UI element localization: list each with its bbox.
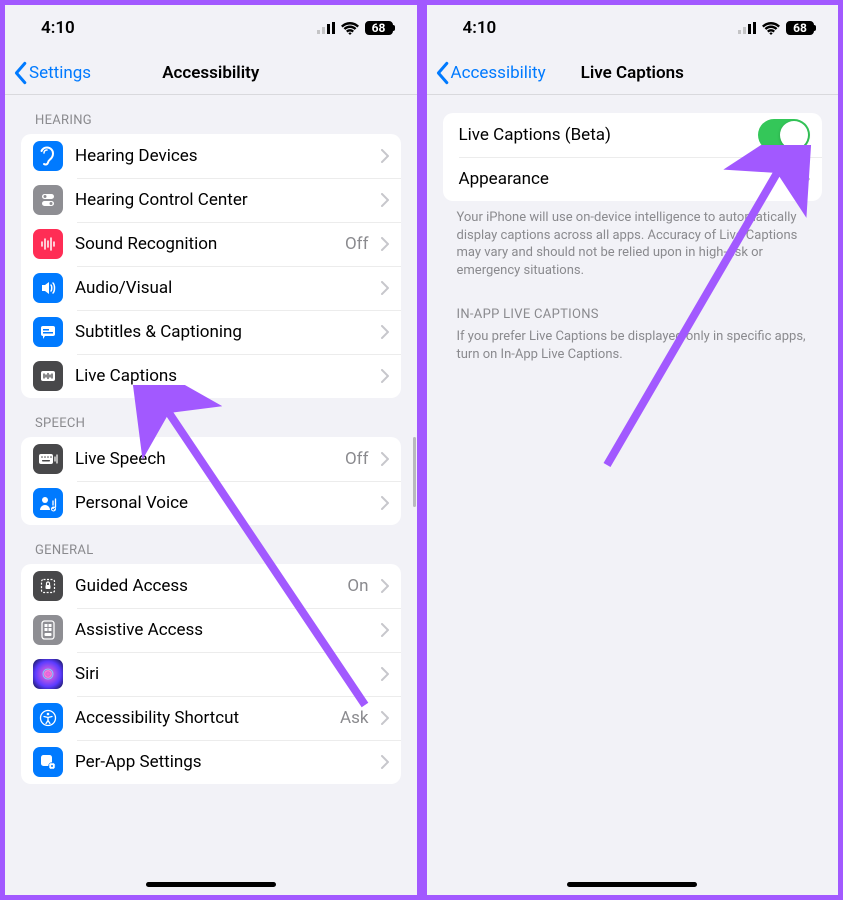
row-label: Appearance	[459, 169, 791, 189]
siri-icon	[33, 659, 63, 689]
chevron-right-icon	[381, 369, 389, 383]
chevron-right-icon	[381, 667, 389, 681]
slider-icon	[33, 185, 63, 215]
accessibility-icon	[33, 703, 63, 733]
chevron-right-icon	[381, 193, 389, 207]
row-label: Assistive Access	[75, 620, 369, 640]
footer-text-1: Your iPhone will use on-device intellige…	[427, 201, 839, 283]
home-indicator[interactable]	[567, 882, 697, 887]
toggle-switch[interactable]	[758, 119, 810, 151]
row-live-captions[interactable]: Live Captions	[21, 354, 401, 398]
row-live-speech[interactable]: Live Speech Off	[21, 437, 401, 481]
group-live-captions: Live Captions (Beta) Appearance	[443, 113, 823, 201]
back-label: Settings	[29, 63, 91, 83]
section-header-speech: SPEECH	[5, 398, 417, 437]
row-label: Sound Recognition	[75, 234, 333, 254]
row-label: Live Captions (Beta)	[459, 125, 747, 145]
row-personal-voice[interactable]: Personal Voice	[21, 481, 401, 525]
chevron-right-icon	[381, 325, 389, 339]
wifi-icon	[341, 22, 359, 35]
chevron-right-icon	[802, 172, 810, 186]
row-label: Per-App Settings	[75, 752, 369, 772]
phone-grid-icon	[33, 615, 63, 645]
row-guided-access[interactable]: Guided Access On	[21, 564, 401, 608]
chevron-left-icon	[433, 61, 451, 85]
home-indicator[interactable]	[146, 882, 276, 887]
row-hearing-control-center[interactable]: Hearing Control Center	[21, 178, 401, 222]
group-general: Guided Access On Assistive Access Siri	[21, 564, 401, 784]
row-label: Personal Voice	[75, 493, 369, 513]
row-value: Ask	[340, 708, 368, 728]
row-label: Siri	[75, 664, 369, 684]
chevron-right-icon	[381, 755, 389, 769]
back-button[interactable]: Accessibility	[427, 61, 546, 85]
row-per-app-settings[interactable]: Per-App Settings	[21, 740, 401, 784]
row-label: Accessibility Shortcut	[75, 708, 328, 728]
status-bar: 4:10 68	[427, 5, 839, 51]
row-label: Subtitles & Captioning	[75, 322, 369, 342]
live-caption-icon	[33, 361, 63, 391]
caption-bubble-icon	[33, 317, 63, 347]
right-screenshot: 4:10 68 Accessibility Live Captions Live…	[422, 0, 843, 900]
row-live-captions-toggle[interactable]: Live Captions (Beta)	[443, 113, 823, 157]
chevron-right-icon	[381, 579, 389, 593]
chevron-right-icon	[381, 452, 389, 466]
chevron-right-icon	[381, 149, 389, 163]
section-header-inapp: IN-APP LIVE CAPTIONS	[427, 283, 839, 328]
back-button[interactable]: Settings	[5, 61, 91, 85]
ear-icon	[33, 141, 63, 171]
row-value: Off	[345, 449, 369, 469]
status-bar: 4:10 68	[5, 5, 417, 51]
lock-frame-icon	[33, 571, 63, 601]
row-label: Hearing Devices	[75, 146, 369, 166]
chevron-right-icon	[381, 496, 389, 510]
section-header-hearing: HEARING	[5, 95, 417, 134]
content-area[interactable]: HEARING Hearing Devices Hearing Control …	[5, 95, 417, 895]
row-appearance[interactable]: Appearance	[443, 157, 823, 201]
person-wave-icon	[33, 488, 63, 518]
wifi-icon	[762, 22, 780, 35]
status-icons: 68	[738, 21, 814, 35]
status-time: 4:10	[463, 18, 497, 38]
left-screenshot: 4:10 68 Settings Accessibility HEARING H…	[0, 0, 422, 900]
row-value: On	[347, 576, 368, 596]
waveform-icon	[33, 229, 63, 259]
cellular-icon	[738, 22, 756, 34]
status-time: 4:10	[41, 18, 75, 38]
chevron-right-icon	[381, 711, 389, 725]
chevron-right-icon	[381, 237, 389, 251]
row-hearing-devices[interactable]: Hearing Devices	[21, 134, 401, 178]
nav-header: Settings Accessibility	[5, 51, 417, 95]
battery-icon: 68	[786, 21, 814, 35]
row-assistive-access[interactable]: Assistive Access	[21, 608, 401, 652]
back-label: Accessibility	[451, 63, 546, 83]
row-value: Off	[345, 234, 369, 254]
row-sound-recognition[interactable]: Sound Recognition Off	[21, 222, 401, 266]
keyboard-wave-icon	[33, 444, 63, 474]
group-hearing: Hearing Devices Hearing Control Center S…	[21, 134, 401, 398]
app-gear-icon	[33, 747, 63, 777]
chevron-right-icon	[381, 281, 389, 295]
content-area[interactable]: Live Captions (Beta) Appearance Your iPh…	[427, 95, 839, 895]
row-label: Live Speech	[75, 449, 333, 469]
row-label: Audio/Visual	[75, 278, 369, 298]
section-header-general: GENERAL	[5, 525, 417, 564]
row-label: Live Captions	[75, 366, 369, 386]
chevron-right-icon	[381, 623, 389, 637]
row-label: Hearing Control Center	[75, 190, 369, 210]
scrollbar[interactable]	[413, 437, 416, 507]
group-speech: Live Speech Off Personal Voice	[21, 437, 401, 525]
row-siri[interactable]: Siri	[21, 652, 401, 696]
row-audio-visual[interactable]: Audio/Visual	[21, 266, 401, 310]
footer-text-2: If you prefer Live Captions be displayed…	[427, 328, 839, 367]
status-icons: 68	[317, 21, 393, 35]
row-accessibility-shortcut[interactable]: Accessibility Shortcut Ask	[21, 696, 401, 740]
chevron-left-icon	[11, 61, 29, 85]
row-label: Guided Access	[75, 576, 335, 596]
row-subtitles-captioning[interactable]: Subtitles & Captioning	[21, 310, 401, 354]
cellular-icon	[317, 22, 335, 34]
nav-header: Accessibility Live Captions	[427, 51, 839, 95]
speaker-icon	[33, 273, 63, 303]
battery-icon: 68	[365, 21, 393, 35]
